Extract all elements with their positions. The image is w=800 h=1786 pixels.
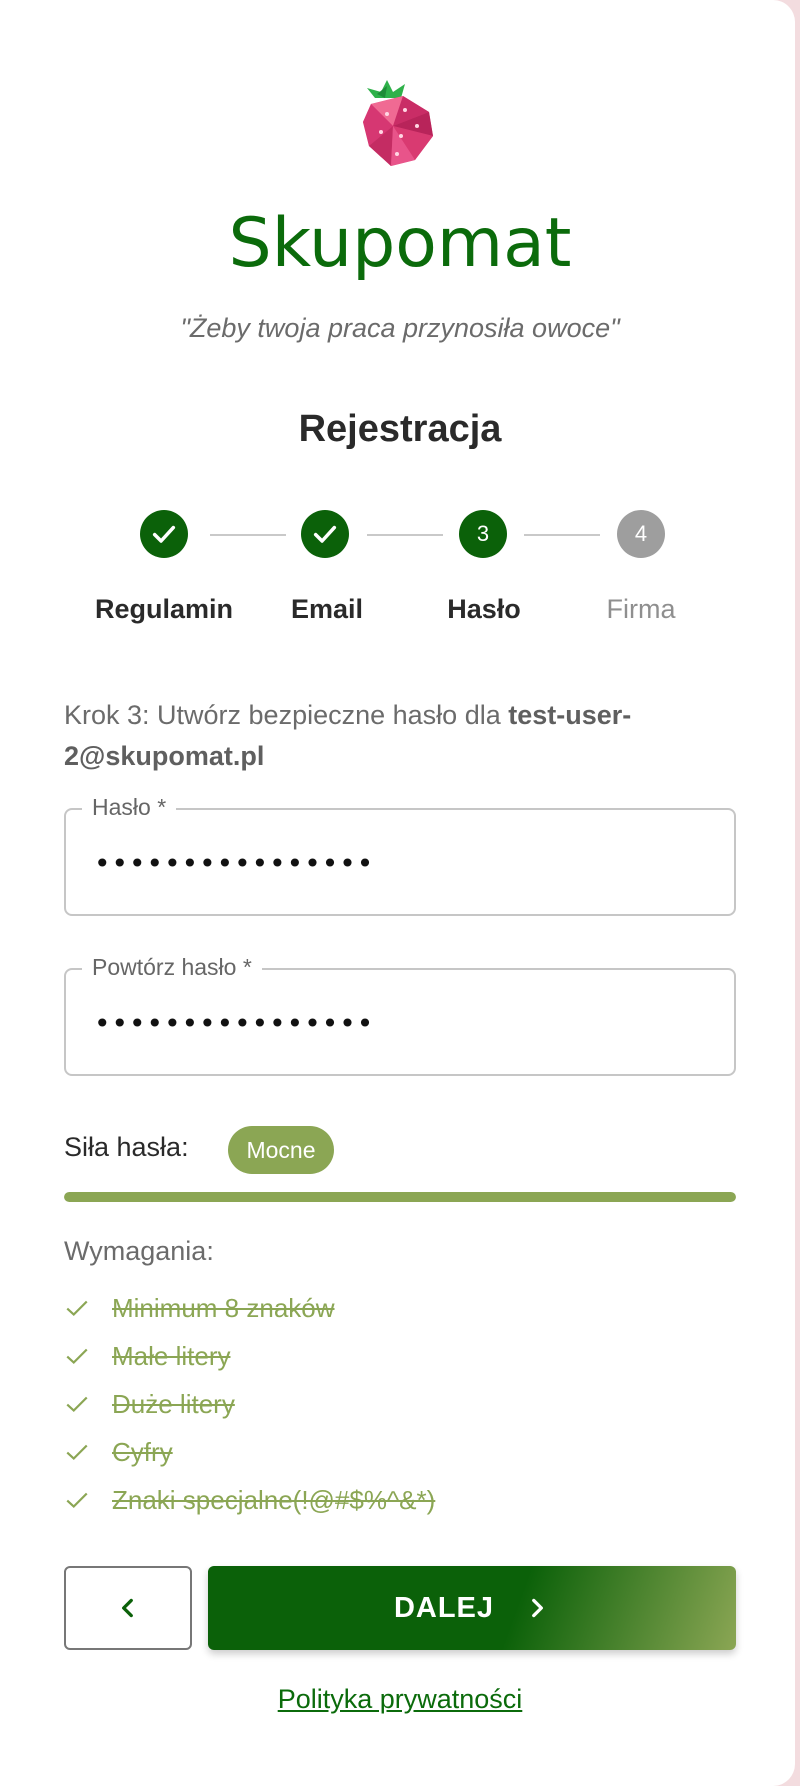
confirm-password-label: Powtórz hasło * [82, 954, 262, 981]
requirement-item: Cyfry [64, 1428, 435, 1476]
check-icon [64, 1476, 112, 1524]
back-button[interactable] [64, 1566, 192, 1650]
step-4-circle: 4 [617, 510, 665, 558]
check-icon [64, 1428, 112, 1476]
password-label: Hasło * [82, 794, 177, 821]
check-icon [64, 1332, 112, 1380]
password-input[interactable] [92, 840, 696, 886]
confirm-password-field[interactable]: Powtórz hasło * [64, 954, 736, 1076]
requirement-label: Znaki specjalne(!@#$%^&*) [112, 1484, 436, 1515]
strength-bar-fill [64, 1192, 736, 1202]
step-2-label: Email [290, 594, 364, 624]
step-instructions: Krok 3: Utwórz bezpieczne hasło dla test… [64, 695, 744, 777]
registration-stepper: 3 4 Regulamin Email Hasło Firma [0, 510, 800, 630]
next-button[interactable]: DALEJ [208, 1566, 736, 1650]
step-connector [367, 534, 443, 536]
app-title: Skupomat [228, 204, 572, 283]
step-connector [210, 534, 286, 536]
next-button-label: DALEJ [393, 1591, 495, 1624]
strength-bar [64, 1192, 736, 1202]
chevron-left-icon [122, 1598, 133, 1618]
instructions-text: Krok 3: Utwórz bezpieczne hasło dla [64, 700, 509, 730]
requirement-label: Małe litery [112, 1340, 231, 1371]
app-slogan: "Żeby twoja praca przynosiła owoce" [180, 313, 620, 343]
requirements-title: Wymagania: [64, 1236, 214, 1266]
requirement-item: Małe litery [64, 1332, 435, 1380]
step-2-circle [301, 510, 349, 558]
requirement-item: Minimum 8 znaków [64, 1284, 435, 1332]
check-icon [313, 525, 337, 543]
privacy-policy-link[interactable]: Polityka prywatności [0, 1684, 800, 1715]
registration-card: Skupomat "Żeby twoja praca przynosiła ow… [0, 0, 795, 1786]
strawberry-logo [363, 80, 433, 166]
check-icon [152, 525, 176, 543]
chevron-right-icon [524, 1595, 550, 1621]
requirement-item: Duże litery [64, 1380, 435, 1428]
requirement-label: Duże litery [112, 1388, 235, 1419]
step-1-circle [140, 510, 188, 558]
confirm-password-input[interactable] [92, 1000, 696, 1046]
password-field[interactable]: Hasło * [64, 794, 736, 916]
step-connector [524, 534, 600, 536]
step-3-circle: 3 [459, 510, 507, 558]
page-heading: Rejestracja [298, 408, 502, 450]
check-icon [64, 1284, 112, 1332]
step-3-label: Hasło [447, 594, 521, 624]
strength-badge: Mocne [228, 1126, 334, 1174]
requirements-list: Minimum 8 znaków Małe litery Duże litery… [64, 1284, 435, 1524]
requirement-label: Cyfry [112, 1436, 173, 1467]
step-1-label: Regulamin [94, 594, 234, 624]
requirement-label: Minimum 8 znaków [112, 1292, 335, 1323]
requirement-item: Znaki specjalne(!@#$%^&*) [64, 1476, 435, 1524]
strength-label: Siła hasła: [64, 1132, 189, 1162]
step-4-label: Firma [606, 594, 676, 624]
check-icon [64, 1380, 112, 1428]
